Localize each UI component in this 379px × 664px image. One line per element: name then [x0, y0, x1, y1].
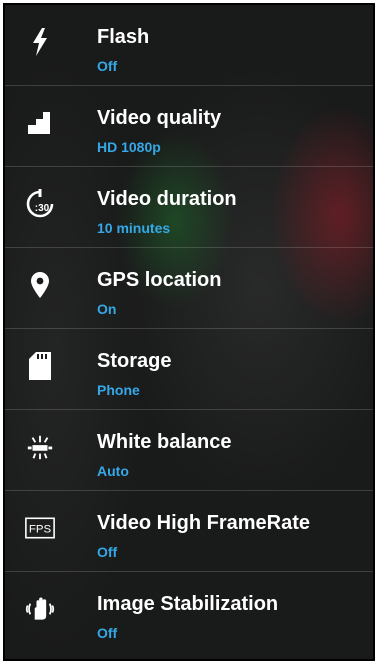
setting-value: Phone — [97, 382, 140, 398]
fps-icon: FPS — [25, 513, 55, 543]
setting-video-duration[interactable]: :30 Video duration 10 minutes — [5, 167, 373, 248]
stabilization-hand-icon — [25, 594, 55, 624]
setting-gps-location[interactable]: GPS location On — [5, 248, 373, 329]
setting-title: GPS location — [97, 269, 222, 291]
white-balance-icon — [25, 432, 55, 462]
location-pin-icon — [25, 270, 55, 300]
setting-value: 10 minutes — [97, 220, 171, 236]
setting-value: Off — [97, 625, 118, 641]
setting-video-high-framerate[interactable]: FPS Video High FrameRate Off — [5, 491, 373, 572]
setting-video-quality[interactable]: Video quality HD 1080p — [5, 86, 373, 167]
setting-value: Auto — [97, 463, 129, 479]
setting-value: On — [97, 301, 117, 317]
setting-title: White balance — [97, 431, 232, 453]
setting-title: Flash — [97, 26, 150, 48]
camera-settings-panel: Flash Off Video quality HD 1080p :30 Vid… — [3, 3, 375, 661]
setting-title: Video High FrameRate — [97, 512, 311, 534]
timer-icon: :30 — [25, 189, 55, 219]
setting-flash[interactable]: Flash Off — [5, 5, 373, 86]
fps-icon-label: FPS — [29, 523, 52, 535]
sd-card-icon — [25, 351, 55, 381]
timer-icon-label: :30 — [35, 203, 50, 214]
setting-title: Image Stabilization — [97, 593, 279, 615]
setting-value: HD 1080p — [97, 139, 161, 155]
setting-title: Video quality — [97, 107, 222, 129]
setting-title: Video duration — [97, 188, 237, 210]
flash-icon — [25, 27, 55, 57]
video-quality-icon — [25, 108, 55, 138]
setting-value: Off — [97, 58, 118, 74]
setting-value: Off — [97, 544, 118, 560]
setting-image-stabilization[interactable]: Image Stabilization Off — [5, 572, 373, 659]
setting-white-balance[interactable]: White balance Auto — [5, 410, 373, 491]
setting-storage[interactable]: Storage Phone — [5, 329, 373, 410]
setting-title: Storage — [97, 350, 172, 372]
